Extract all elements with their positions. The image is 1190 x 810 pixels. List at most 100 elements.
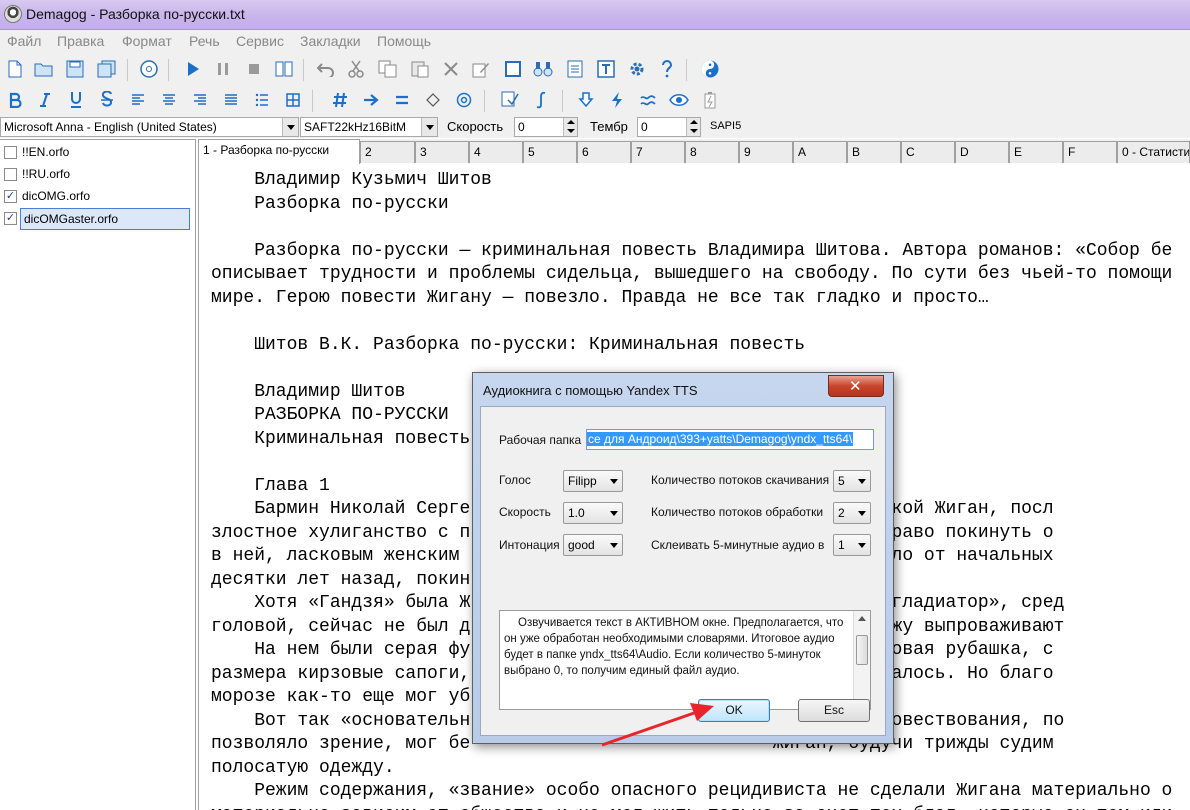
scroll-up-icon[interactable]: [858, 616, 866, 621]
download-arrow-icon[interactable]: [575, 89, 597, 111]
disc-icon[interactable]: [138, 58, 160, 80]
copy-icon[interactable]: [377, 58, 399, 80]
tab[interactable]: E: [1009, 141, 1063, 163]
toolbar-separator: [686, 59, 687, 81]
hash-icon[interactable]: [329, 89, 351, 111]
save-icon[interactable]: [64, 58, 86, 80]
tab[interactable]: 8: [685, 141, 739, 163]
menu-format[interactable]: Формат: [122, 33, 172, 49]
play-icon[interactable]: [182, 58, 204, 80]
italic-icon[interactable]: [34, 89, 56, 111]
script-icon[interactable]: [530, 89, 552, 111]
lightning-icon[interactable]: [606, 89, 628, 111]
timbre-stepper[interactable]: 0: [637, 117, 701, 137]
align-center-icon[interactable]: [158, 89, 180, 111]
stepper-arrows-icon[interactable]: [686, 118, 700, 136]
info-memo[interactable]: Озвучивается текст в АКТИВНОМ окне. Пред…: [499, 610, 871, 710]
new-file-icon[interactable]: [4, 58, 26, 80]
menu-file[interactable]: Файл: [7, 33, 41, 49]
at-sign-icon[interactable]: [453, 89, 475, 111]
open-folder-icon[interactable]: [33, 58, 55, 80]
stop-icon[interactable]: [243, 58, 265, 80]
menu-speech[interactable]: Речь: [189, 33, 220, 49]
editor-line: описывает трудности и проблемы сидельца,…: [211, 264, 1173, 284]
folder-label: Рабочая папка: [499, 433, 582, 447]
close-button[interactable]: ✕: [828, 375, 884, 397]
tab[interactable]: 5: [523, 141, 577, 163]
undo-icon[interactable]: [315, 58, 337, 80]
window-title: Demagog - Разборка по-русски.txt: [26, 6, 245, 22]
document-list-icon[interactable]: [564, 58, 586, 80]
menu-bookmarks[interactable]: Закладки: [300, 33, 361, 49]
paste-icon[interactable]: [409, 58, 431, 80]
justify-icon[interactable]: [220, 89, 242, 111]
intonation-select[interactable]: good: [563, 534, 623, 556]
save-all-icon[interactable]: [96, 58, 118, 80]
align-right-icon[interactable]: [189, 89, 211, 111]
merge-select[interactable]: 1: [833, 534, 871, 556]
chevron-down-icon: [610, 511, 618, 516]
align-left-icon[interactable]: [127, 89, 149, 111]
tab[interactable]: 2: [360, 141, 415, 163]
settings-gear-icon[interactable]: [626, 58, 648, 80]
download-threads-select[interactable]: 5: [833, 470, 871, 492]
tab-active[interactable]: 1 - Разборка по-русски: [198, 139, 360, 164]
ok-button[interactable]: OK: [698, 699, 770, 722]
yin-yang-icon[interactable]: [699, 58, 721, 80]
download-threads-value: 5: [838, 474, 845, 488]
menu-service[interactable]: Сервис: [236, 33, 284, 49]
help-question-icon[interactable]: [656, 58, 678, 80]
checkbox[interactable]: [4, 168, 17, 181]
tab[interactable]: 9: [739, 141, 793, 163]
menu-edit[interactable]: Правка: [57, 33, 104, 49]
esc-button[interactable]: Esc: [798, 699, 870, 722]
cut-icon[interactable]: [345, 58, 367, 80]
tab[interactable]: F: [1063, 141, 1117, 163]
tab[interactable]: B: [847, 141, 901, 163]
audio-format-value: SAFT22kHz16BitM: [304, 120, 407, 134]
intonation-select-value: good: [568, 538, 595, 552]
bold-icon[interactable]: [4, 89, 26, 111]
book-icon[interactable]: [273, 58, 295, 80]
delete-icon[interactable]: [440, 58, 462, 80]
folder-input[interactable]: се для Андроид\393+yatts\Demagog\yndx_tt…: [586, 429, 874, 450]
frame-icon[interactable]: [502, 58, 524, 80]
text-frame-icon[interactable]: [595, 58, 617, 80]
equals-icon[interactable]: [391, 89, 413, 111]
audio-format-select[interactable]: SAFT22kHz16BitM: [300, 117, 438, 137]
approx-icon[interactable]: [637, 89, 659, 111]
battery-icon[interactable]: [699, 89, 721, 111]
tab[interactable]: 7: [631, 141, 685, 163]
tab[interactable]: 4: [469, 141, 523, 163]
replace-icon[interactable]: [499, 89, 521, 111]
speed-stepper[interactable]: 0: [514, 117, 578, 137]
stepper-arrows-icon[interactable]: [563, 118, 577, 136]
tab[interactable]: D: [955, 141, 1009, 163]
checkbox-checked[interactable]: ✓: [4, 212, 17, 225]
menu-help[interactable]: Помощь: [377, 33, 431, 49]
scroll-thumb[interactable]: [856, 635, 868, 665]
memo-scrollbar[interactable]: [853, 611, 870, 709]
strikethrough-icon[interactable]: [96, 89, 118, 111]
find-binoculars-icon[interactable]: [532, 58, 554, 80]
tab[interactable]: 0 - Статистика: [1117, 141, 1190, 163]
voice-select[interactable]: Filipp: [563, 470, 623, 492]
tab[interactable]: A: [793, 141, 847, 163]
tab[interactable]: 6: [577, 141, 631, 163]
arrow-right-icon[interactable]: [360, 89, 382, 111]
engine-label: SAPI5: [710, 120, 742, 132]
checkbox-checked[interactable]: ✓: [4, 190, 17, 203]
voice-select[interactable]: Microsoft Anna - English (United States): [0, 117, 299, 137]
tab[interactable]: C: [901, 141, 955, 163]
eye-icon[interactable]: [668, 89, 690, 111]
process-threads-select[interactable]: 2: [833, 502, 871, 524]
checkbox[interactable]: [4, 146, 17, 159]
diamond-icon[interactable]: [422, 89, 444, 111]
table-icon[interactable]: [282, 89, 304, 111]
bullet-list-icon[interactable]: [251, 89, 273, 111]
tab[interactable]: 3: [415, 141, 469, 163]
edit-pencil-icon[interactable]: [470, 58, 492, 80]
pause-icon[interactable]: [212, 58, 234, 80]
underline-icon[interactable]: [65, 89, 87, 111]
speed-select[interactable]: 1.0: [563, 502, 623, 524]
